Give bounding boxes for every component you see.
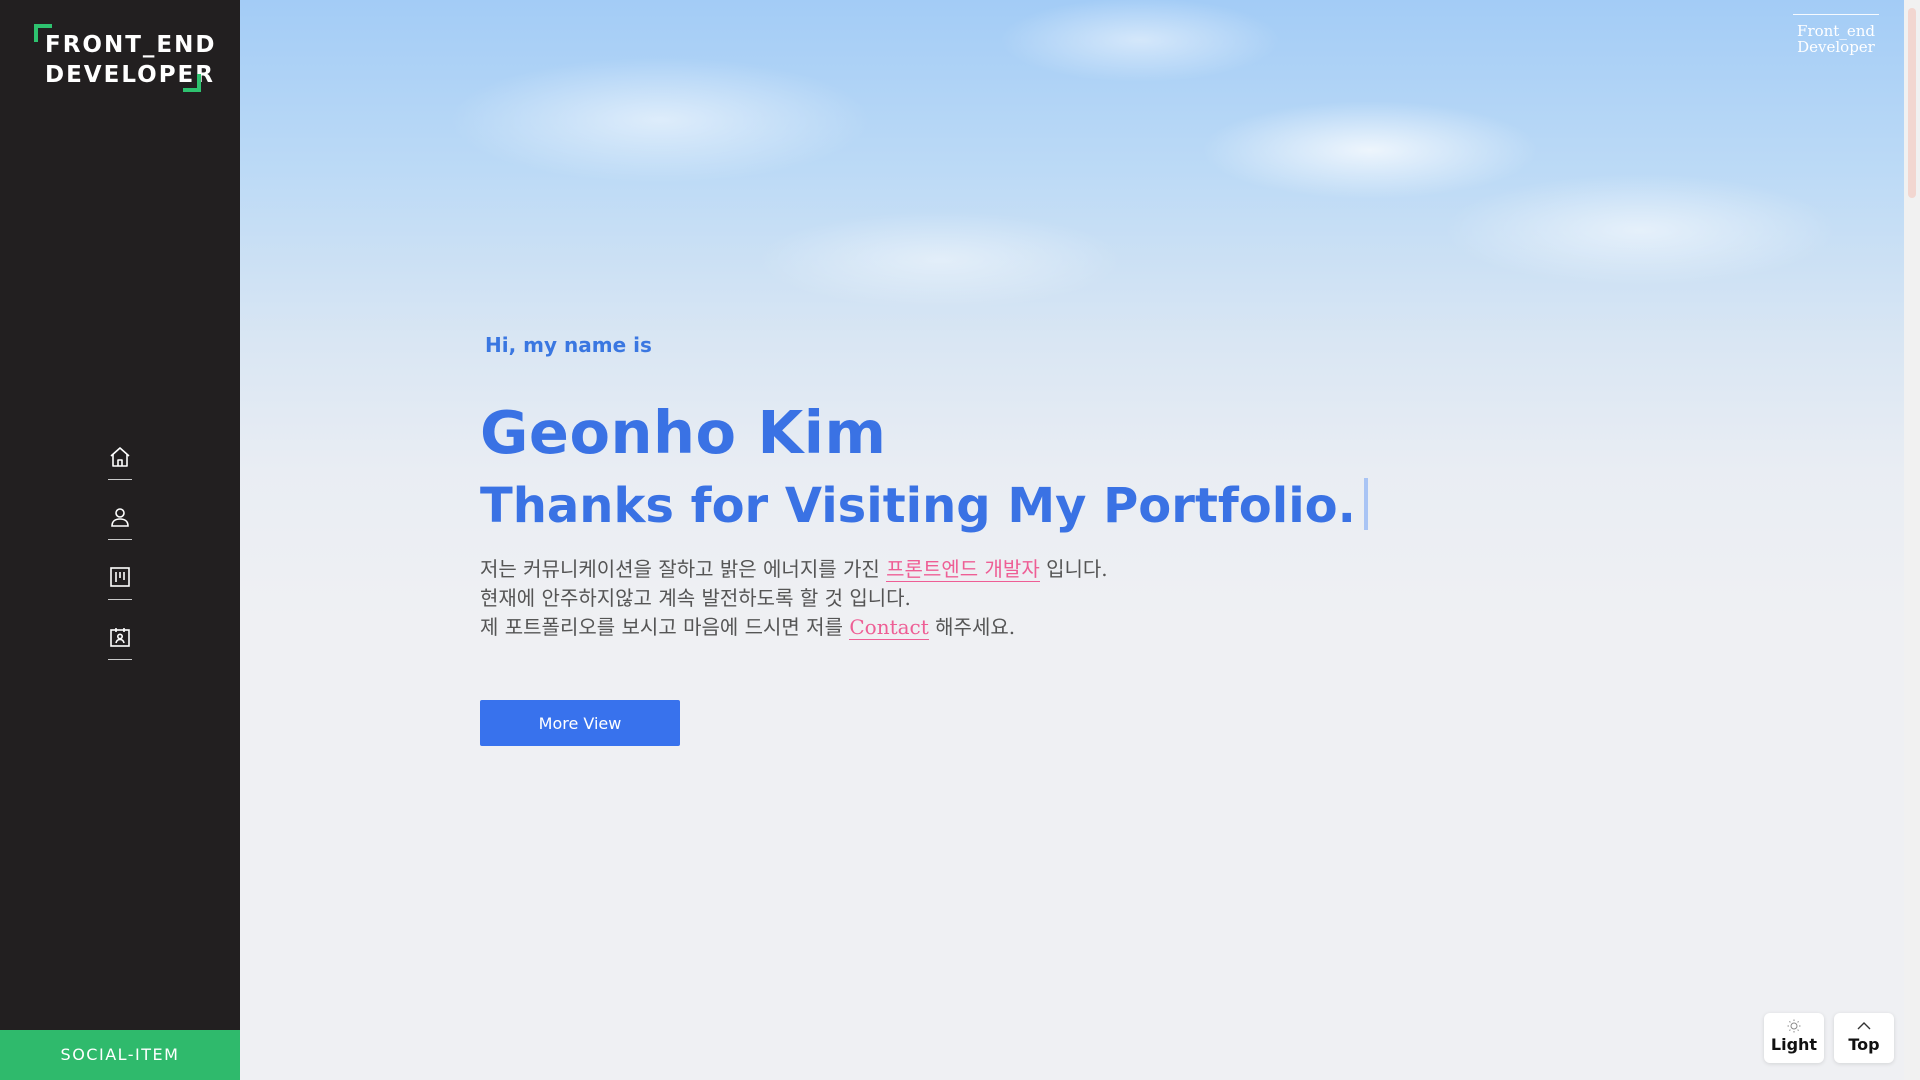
page-scrollbar[interactable] — [1904, 0, 1920, 1080]
nav-divider — [108, 539, 132, 540]
intro-line-1-text: 저는 커뮤니케이션을 잘하고 밝은 에너지를 가진 — [480, 557, 887, 581]
theme-toggle-label: Light — [1770, 1035, 1818, 1054]
intro-line-3-tail: 해주세요. — [928, 615, 1016, 639]
scroll-top-label: Top — [1848, 1035, 1880, 1054]
corner-title: Front_end Developer — [1776, 14, 1896, 55]
intro-line-1: 저는 커뮤니케이션을 잘하고 밝은 에너지를 가진 프론트엔드 개발자 입니다. — [480, 555, 1108, 584]
site-logo[interactable]: FRONT_END DEVELOPER — [34, 24, 214, 92]
home-icon — [110, 447, 130, 467]
more-view-button[interactable]: More View — [480, 700, 680, 746]
logo-line-1: FRONT_END — [45, 32, 217, 58]
social-item-button[interactable]: SOCIAL-ITEM — [0, 1030, 240, 1080]
nav-divider — [108, 479, 132, 480]
chevron-up-icon — [1857, 1022, 1871, 1030]
nav-divider — [108, 659, 132, 660]
contact-link[interactable]: Contact — [849, 615, 929, 640]
contact-card-icon — [110, 628, 130, 647]
sidebar-nav — [0, 435, 240, 675]
intro-line-3-text: 제 포트폴리오를 보시고 마음에 드시면 저를 — [480, 615, 850, 639]
nav-item-about[interactable] — [0, 495, 240, 555]
intro-line-2: 현재에 안주하지않고 계속 발전하도록 할 것 입니다. — [480, 586, 911, 610]
sidebar: FRONT_END DEVELOPER SOCIAL-ITEM — [0, 0, 240, 1080]
scroll-top-button[interactable]: Top — [1834, 1013, 1894, 1063]
theme-toggle-button[interactable]: Light — [1764, 1013, 1824, 1063]
intro-line-3: 제 포트폴리오를 보시고 마음에 드시면 저를 Contact 해주세요. — [480, 613, 1108, 642]
logo-corner-bottom-right — [183, 74, 201, 92]
hero-tagline: Thanks for Visiting My Portfolio. — [480, 478, 1356, 534]
hero-section: Front_end Developer Hi, my name is Geonh… — [240, 0, 1904, 1080]
user-icon — [111, 508, 129, 527]
hero-greeting: Hi, my name is — [485, 333, 652, 357]
typing-cursor — [1363, 478, 1368, 530]
hero-intro: 저는 커뮤니케이션을 잘하고 밝은 에너지를 가진 프론트엔드 개발자 입니다.… — [480, 555, 1108, 642]
corner-title-line-1: Front_end — [1797, 22, 1875, 40]
corner-title-rule — [1793, 14, 1879, 15]
corner-title-line-2: Developer — [1797, 38, 1875, 56]
sun-icon — [1787, 1019, 1801, 1033]
nav-item-home[interactable] — [0, 435, 240, 495]
hero-tagline-wrap: Thanks for Visiting My Portfolio. — [480, 478, 1368, 534]
hero-name: Geonho Kim — [480, 398, 887, 467]
scrollbar-thumb[interactable] — [1908, 8, 1916, 198]
frontend-developer-link[interactable]: 프론트엔드 개발자 — [886, 557, 1040, 582]
intro-line-1-tail: 입니다. — [1039, 557, 1108, 581]
nav-item-contact[interactable] — [0, 615, 240, 675]
board-icon — [110, 567, 130, 587]
nav-divider — [108, 599, 132, 600]
nav-item-projects[interactable] — [0, 555, 240, 615]
